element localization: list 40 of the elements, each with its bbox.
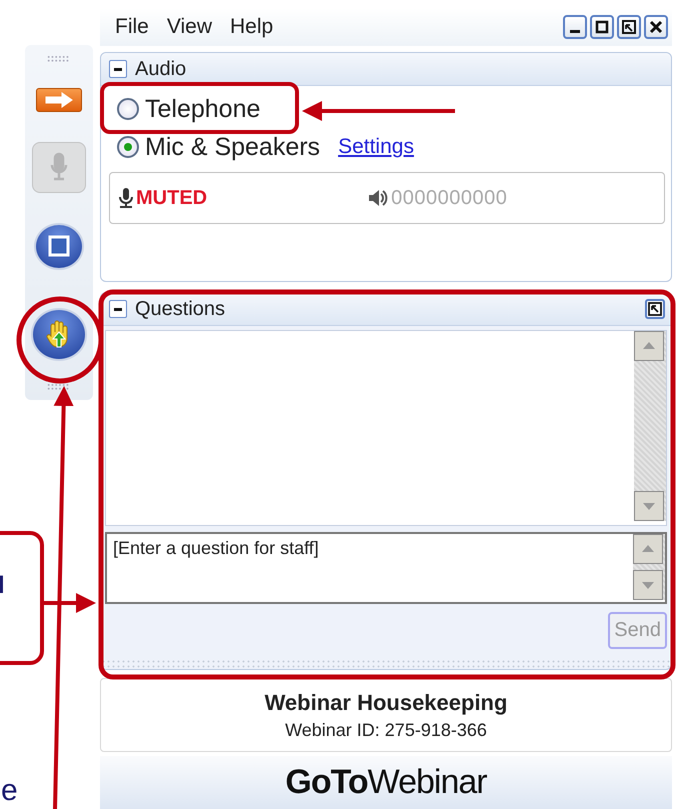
microphone-icon — [118, 187, 134, 209]
microphone-icon — [49, 152, 69, 182]
menu-item[interactable]: File — [114, 15, 150, 39]
menu-item[interactable]: View — [166, 15, 213, 39]
pop-out-button[interactable] — [645, 299, 665, 319]
callout-text: l — [0, 572, 5, 600]
callout-text: e — [1, 776, 18, 806]
restore-icon — [622, 20, 636, 34]
arrow-icon — [44, 92, 74, 108]
option-label: Telephone — [145, 94, 260, 124]
webinar-title: Webinar Housekeeping — [264, 690, 508, 716]
maximize-button[interactable] — [590, 15, 614, 39]
square-icon — [47, 234, 71, 258]
mute-status: MUTED — [136, 186, 208, 210]
maximize-icon — [596, 20, 608, 34]
resize-grip[interactable] — [101, 659, 671, 669]
brand-logo: GoToWebinar — [285, 763, 487, 802]
panel-title: Audio — [135, 58, 188, 80]
speaker-icon — [367, 188, 390, 208]
collapse-toggle[interactable] — [109, 60, 127, 78]
screen-button[interactable] — [34, 222, 84, 270]
collapse-toggle[interactable] — [109, 300, 127, 318]
panel-title: Questions — [135, 298, 226, 320]
menu-item[interactable]: Help — [228, 15, 274, 39]
speaker-level-meter: 0000000000 — [391, 186, 508, 210]
minimize-button[interactable] — [563, 15, 587, 39]
scroll-bar[interactable] — [633, 534, 665, 600]
webinar-id: Webinar ID: 275-918-366 — [285, 720, 487, 740]
pop-out-icon — [647, 301, 663, 317]
scroll-bar[interactable] — [634, 331, 666, 521]
close-button[interactable] — [644, 15, 668, 39]
settings-link[interactable]: Settings — [338, 135, 414, 159]
option-label: Mic & Speakers — [145, 132, 320, 162]
arrow-button[interactable] — [36, 88, 82, 112]
radio-button[interactable] — [117, 98, 139, 120]
raise-hand-button[interactable] — [31, 308, 87, 361]
radio-button[interactable] — [117, 136, 139, 158]
restore-button[interactable] — [617, 15, 641, 39]
close-icon — [650, 20, 662, 34]
minimize-icon — [570, 30, 580, 33]
